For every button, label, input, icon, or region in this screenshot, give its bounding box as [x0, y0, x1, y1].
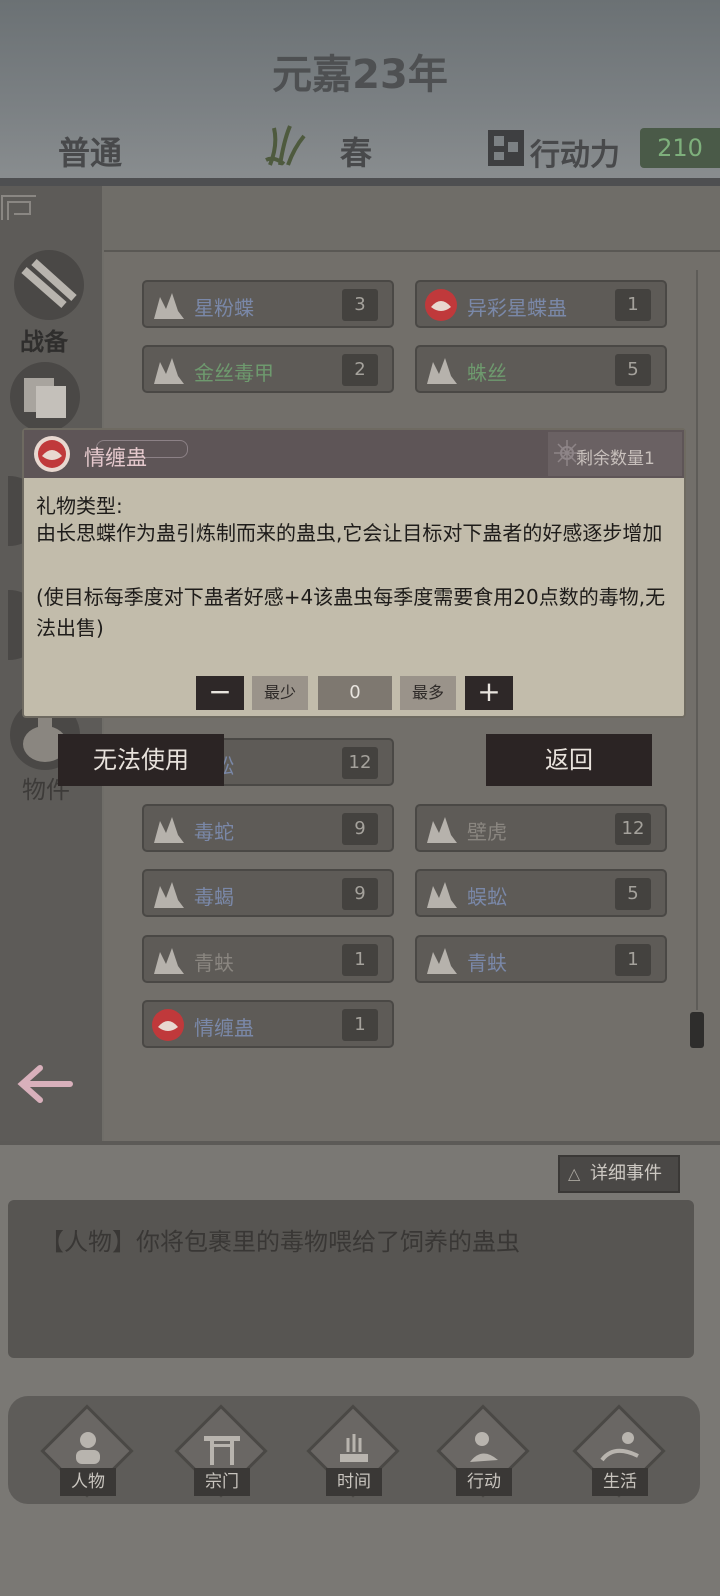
action-points-label: 行动力 — [530, 138, 620, 173]
nav-label: 行动 — [456, 1468, 512, 1496]
inventory-item[interactable]: 毒蛇 9 — [142, 804, 394, 852]
triangle-up-icon: △ — [568, 1164, 581, 1183]
insect-silhouette-icon — [427, 817, 457, 843]
header-divider — [0, 178, 720, 186]
nav-label: 生活 — [592, 1468, 648, 1496]
inventory-item[interactable]: 异彩星蝶蛊 1 — [415, 280, 667, 328]
landscape-icon — [600, 1432, 639, 1462]
inventory-item[interactable]: 蛛丝 5 — [415, 345, 667, 393]
gate-icon — [204, 1436, 240, 1465]
scrollbar-thumb[interactable] — [690, 1012, 704, 1048]
nav-action[interactable]: 行动 — [434, 1404, 534, 1502]
inventory-item[interactable]: 毒蝎 9 — [142, 869, 394, 917]
insect-silhouette-icon — [154, 948, 184, 974]
item-name: 毒蛇 — [194, 820, 234, 844]
item-count: 1 — [615, 944, 651, 976]
item-count: 1 — [342, 944, 378, 976]
cannot-use-button[interactable]: 无法使用 — [58, 734, 224, 786]
nav-label: 时间 — [326, 1468, 382, 1496]
inventory-item[interactable]: 青蚨 1 — [415, 935, 667, 983]
item-count: 5 — [615, 354, 651, 386]
year-title: 元嘉23年 — [272, 52, 448, 98]
item-count: 3 — [342, 289, 378, 321]
nav-character[interactable]: 人物 — [38, 1404, 138, 1502]
action-points-icon — [488, 130, 524, 166]
scroll-track — [696, 270, 698, 1010]
item-count: 9 — [342, 813, 378, 845]
insect-silhouette-icon — [154, 817, 184, 843]
gu-insect-icon — [34, 436, 70, 472]
insect-silhouette-icon — [427, 358, 457, 384]
sidebar-label-combat: 战备 — [20, 328, 68, 356]
inventory-item[interactable]: 星粉蝶 3 — [142, 280, 394, 328]
popup-title: 情缠蛊 — [84, 446, 147, 470]
inventory-item[interactable]: 蜈蚣 5 — [415, 869, 667, 917]
item-name: 青蚨 — [467, 951, 507, 975]
insect-silhouette-icon — [154, 293, 184, 319]
item-name: 蛛丝 — [467, 361, 507, 385]
inventory-item[interactable]: 情缠蛊 1 — [142, 1000, 394, 1048]
inventory-item[interactable]: 金丝毒甲 2 — [142, 345, 394, 393]
remaining-count: 剩余数量1 — [576, 449, 655, 469]
gift-type-label: 礼物类型: — [36, 494, 123, 518]
difficulty-mode: 普通 — [58, 134, 123, 172]
insect-silhouette-icon — [154, 358, 184, 384]
item-name: 情缠蛊 — [194, 1016, 254, 1040]
return-button[interactable]: 返回 — [486, 734, 652, 786]
item-name: 壁虎 — [467, 820, 507, 844]
inventory-item[interactable]: 壁虎 12 — [415, 804, 667, 852]
detail-events-button[interactable]: △ 详细事件 — [558, 1155, 680, 1193]
inventory-item[interactable]: 青蚨 1 — [142, 935, 394, 983]
nav-time[interactable]: 时间 — [304, 1404, 404, 1502]
insect-silhouette-icon — [427, 948, 457, 974]
scroll-tab[interactable] — [10, 362, 80, 432]
item-count: 1 — [342, 1009, 378, 1041]
min-button[interactable]: 最少 — [252, 676, 308, 710]
meditate-icon — [470, 1432, 498, 1462]
insect-silhouette-icon — [427, 882, 457, 908]
sword-icon — [21, 259, 77, 309]
book-icon — [24, 378, 66, 418]
item-count: 5 — [615, 878, 651, 910]
increase-button[interactable]: + — [465, 676, 513, 710]
nav-sect[interactable]: 宗门 — [172, 1404, 272, 1502]
item-name: 星粉蝶 — [194, 296, 254, 320]
nav-life[interactable]: 生活 — [570, 1404, 670, 1502]
detail-events-label: 详细事件 — [590, 1163, 662, 1184]
spring-grass-icon — [265, 125, 306, 166]
combat-prep-tab[interactable] — [14, 250, 84, 320]
quantity-field[interactable]: 0 — [318, 676, 392, 710]
event-entry: 【人物】你将包裹里的毒物喂给了饲养的蛊虫 — [40, 1228, 520, 1256]
item-count: 12 — [615, 813, 651, 845]
item-description: 由长思蝶作为蛊引炼制而来的蛊虫,它会让目标对下蛊者的好感逐步增加 — [36, 521, 663, 545]
back-arrow-icon[interactable] — [14, 1062, 74, 1106]
item-effect-note: (使目标每季度对下蛊者好感+4该蛊虫每季度需要食用20点数的毒物,无法出售) — [36, 585, 666, 640]
decrease-button[interactable]: − — [196, 676, 244, 710]
season-label: 春 — [340, 134, 373, 172]
item-count: 9 — [342, 878, 378, 910]
item-name: 蜈蚣 — [467, 885, 507, 909]
item-name: 金丝毒甲 — [194, 361, 274, 385]
insect-silhouette-icon — [154, 882, 184, 908]
nav-label: 宗门 — [194, 1468, 250, 1496]
item-count: 1 — [615, 289, 651, 321]
max-button[interactable]: 最多 — [400, 676, 456, 710]
item-name: 异彩星蝶蛊 — [467, 296, 567, 320]
person-icon — [76, 1432, 100, 1464]
item-count: 2 — [342, 354, 378, 386]
nav-label: 人物 — [60, 1468, 116, 1496]
gu-insect-icon — [152, 1009, 184, 1041]
gu-insect-icon — [425, 289, 457, 321]
incense-icon — [340, 1434, 368, 1462]
corner-ornament-icon — [1, 195, 36, 220]
item-name: 毒蝎 — [194, 885, 234, 909]
action-points-value: 210 — [640, 128, 720, 168]
item-count: 12 — [342, 747, 378, 779]
item-name: 青蚨 — [194, 951, 234, 975]
